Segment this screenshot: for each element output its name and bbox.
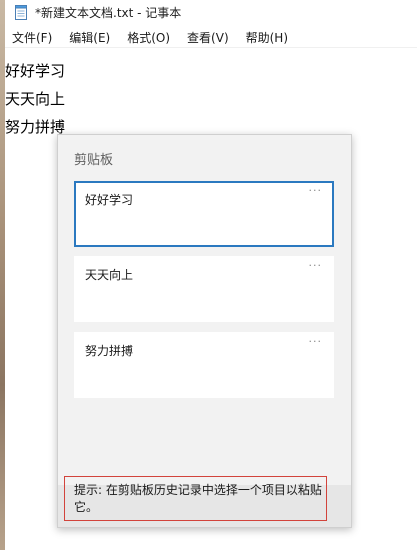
- clipboard-hint: 提示: 在剪贴板历史记录中选择一个项目以粘贴它。: [64, 476, 327, 521]
- menu-view[interactable]: 查看(V): [187, 27, 229, 48]
- notepad-icon: [15, 5, 27, 20]
- more-options-icon[interactable]: ···: [309, 259, 323, 272]
- editor-line: 好好学习: [5, 62, 66, 80]
- clipboard-item-text: 努力拼搏: [85, 344, 134, 358]
- menu-help[interactable]: 帮助(H): [246, 27, 288, 48]
- clipboard-item[interactable]: 天天向上 ···: [74, 256, 334, 322]
- clipboard-item-text: 好好学习: [85, 193, 134, 207]
- editor-line: 努力拼搏: [5, 118, 66, 136]
- screen: *新建文本文档.txt - 记事本 文件(F) 编辑(E) 格式(O) 查看(V…: [0, 0, 417, 550]
- clipboard-item[interactable]: 努力拼搏 ···: [74, 332, 334, 398]
- editor-line: 天天向上: [5, 90, 66, 108]
- more-options-icon[interactable]: ···: [309, 335, 323, 348]
- window-title: *新建文本文档.txt - 记事本: [35, 6, 182, 20]
- menu-bar: 文件(F) 编辑(E) 格式(O) 查看(V) 帮助(H): [5, 27, 417, 48]
- menu-format[interactable]: 格式(O): [127, 27, 170, 48]
- clipboard-item-text: 天天向上: [85, 268, 134, 282]
- title-bar[interactable]: *新建文本文档.txt - 记事本: [5, 0, 417, 26]
- clipboard-title: 剪贴板: [74, 153, 114, 168]
- more-options-icon[interactable]: ···: [309, 184, 323, 197]
- menu-file[interactable]: 文件(F): [12, 27, 52, 48]
- clipboard-item[interactable]: 好好学习 ···: [74, 181, 334, 247]
- clipboard-history-panel: 剪贴板 好好学习 ··· 天天向上 ··· 努力拼搏 ··· 提示: 在剪贴板历…: [57, 134, 352, 528]
- menu-edit[interactable]: 编辑(E): [69, 27, 110, 48]
